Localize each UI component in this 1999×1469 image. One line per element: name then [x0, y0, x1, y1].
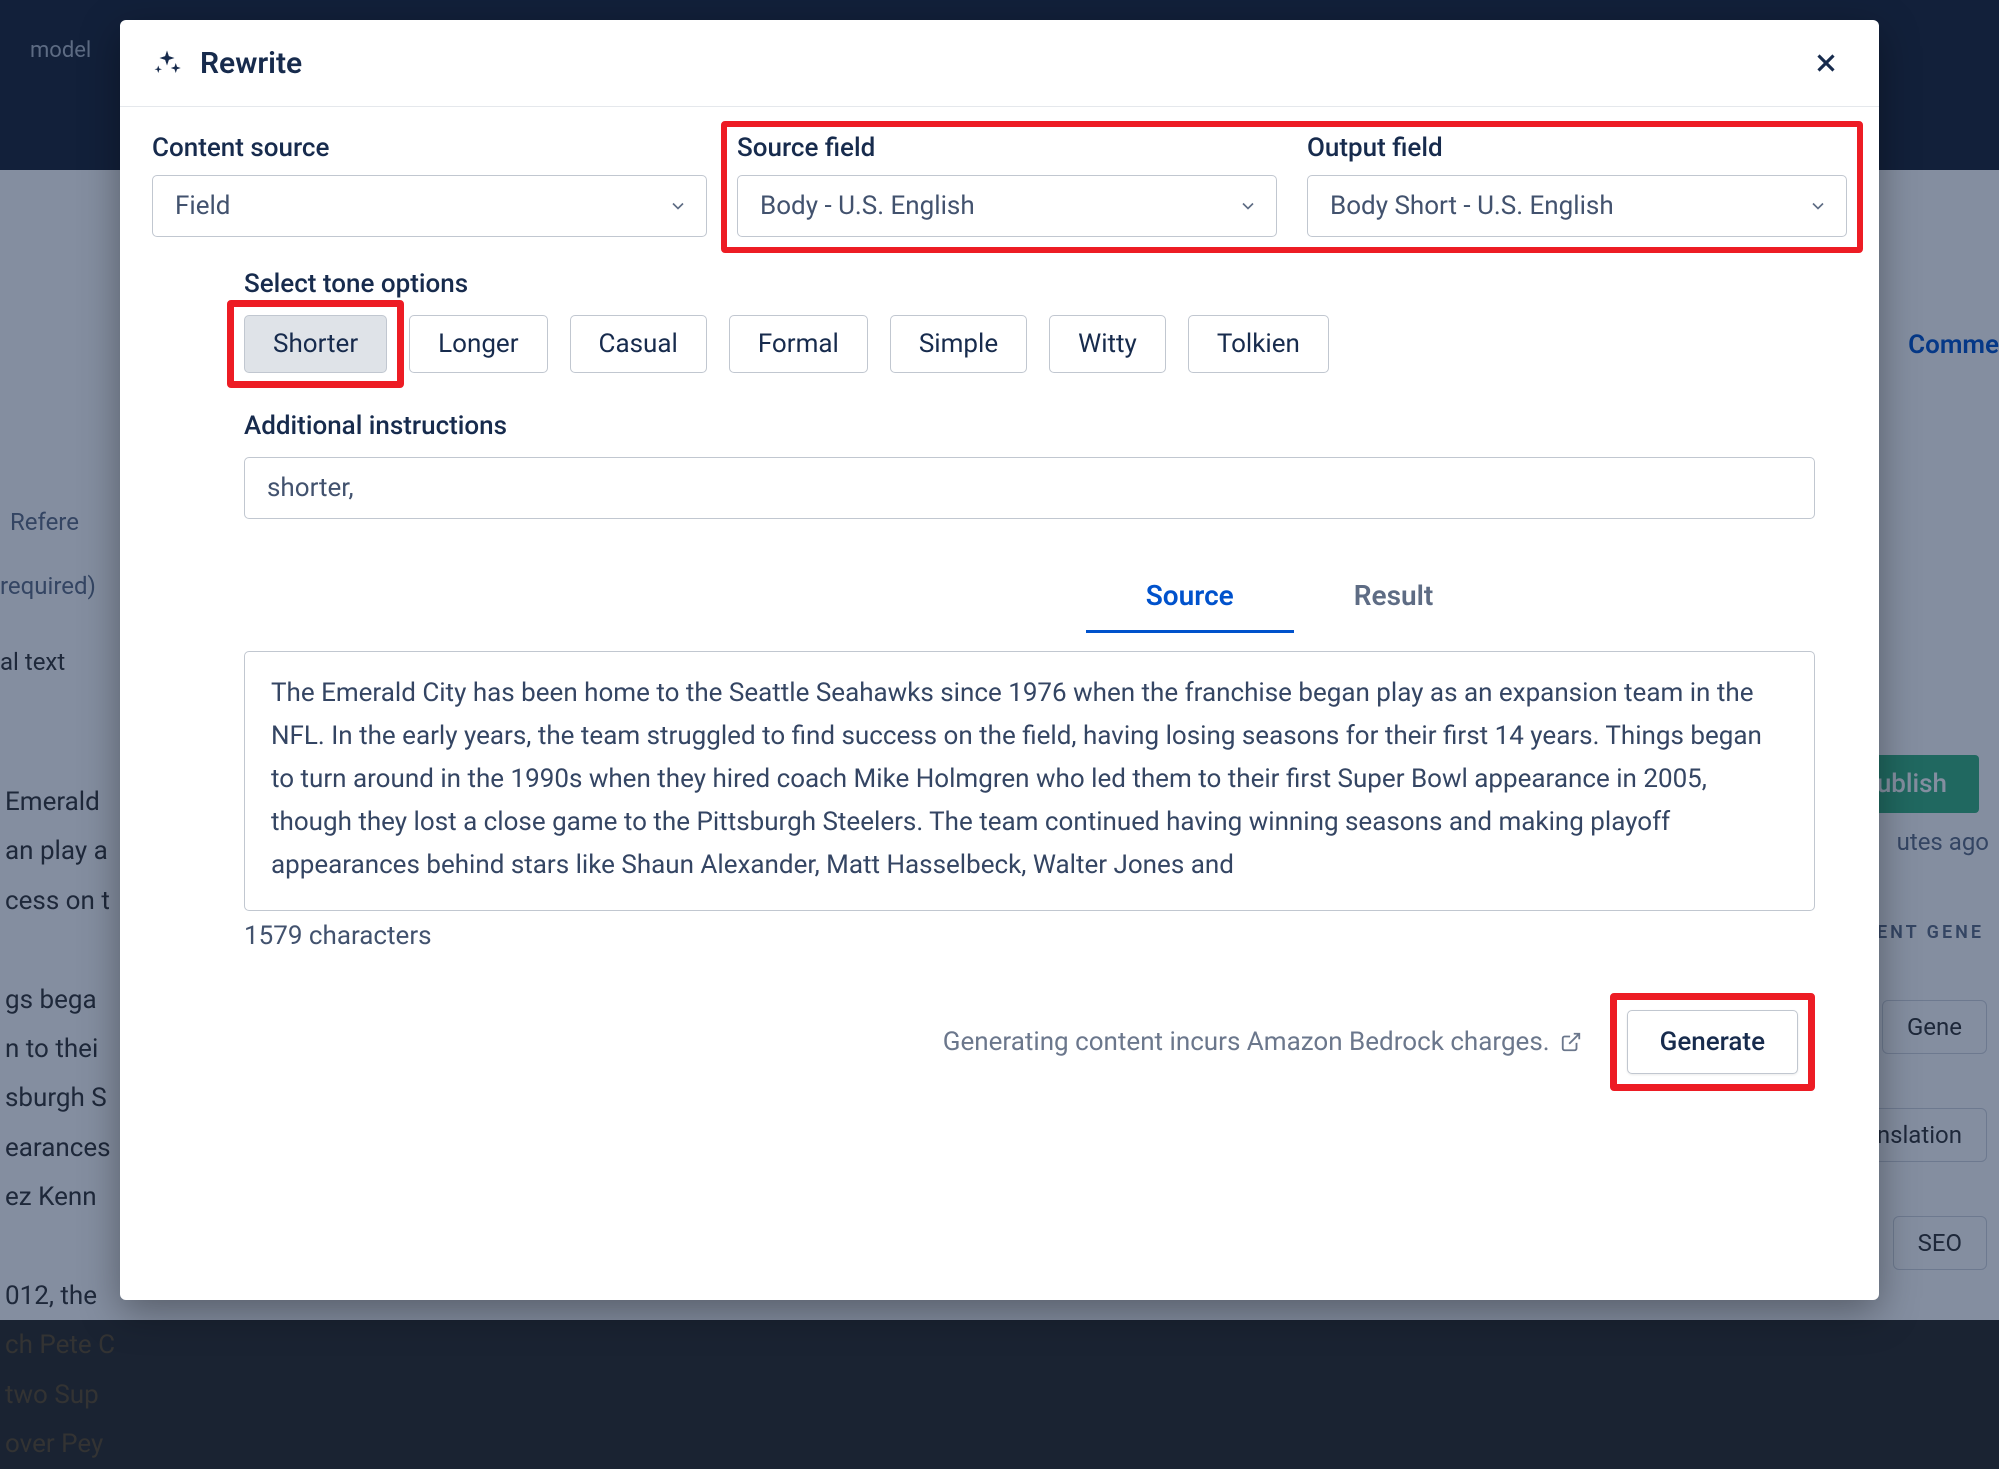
chevron-down-icon [1808, 196, 1828, 216]
output-field-label: Output field [1307, 133, 1847, 163]
close-icon [1811, 48, 1841, 78]
chevron-down-icon [668, 196, 688, 216]
additional-instructions-input[interactable]: shorter, [244, 457, 1815, 519]
bedrock-cost-note[interactable]: Generating content incurs Amazon Bedrock… [943, 1027, 1582, 1057]
sparkle-icon [152, 48, 182, 78]
content-source-label: Content source [152, 133, 707, 163]
tone-options-label: Select tone options [244, 269, 1815, 299]
source-text-box[interactable]: The Emerald City has been home to the Se… [244, 651, 1815, 911]
source-field-label: Source field [737, 133, 1277, 163]
tone-chip-longer[interactable]: Longer [409, 315, 547, 373]
source-field-group: Source field Body - U.S. English [737, 133, 1277, 237]
output-field-group: Output field Body Short - U.S. English [1307, 133, 1847, 237]
modal-body: Content source Field Source field Body -… [120, 107, 1879, 1300]
additional-instructions-label: Additional instructions [244, 411, 1815, 441]
chevron-down-icon [1238, 196, 1258, 216]
tab-source[interactable]: Source [1086, 565, 1294, 633]
tone-chip-shorter[interactable]: Shorter [244, 315, 387, 373]
content-source-select[interactable]: Field [152, 175, 707, 237]
source-field-select[interactable]: Body - U.S. English [737, 175, 1277, 237]
modal-header: Rewrite [120, 20, 1879, 107]
bedrock-note-text: Generating content incurs Amazon Bedrock… [943, 1027, 1550, 1057]
tone-chip-simple[interactable]: Simple [890, 315, 1027, 373]
tone-chip-tolkien[interactable]: Tolkien [1188, 315, 1329, 373]
tone-chip-witty[interactable]: Witty [1049, 315, 1166, 373]
rewrite-modal: Rewrite Content source Field Source fiel… [120, 20, 1879, 1300]
modal-title: Rewrite [200, 46, 1805, 81]
tone-chip-casual[interactable]: Casual [570, 315, 707, 373]
tab-result[interactable]: Result [1294, 565, 1494, 633]
source-field-value: Body - U.S. English [760, 191, 975, 221]
content-source-group: Content source Field [152, 133, 707, 241]
content-source-value: Field [175, 191, 230, 221]
tone-chip-formal[interactable]: Formal [729, 315, 868, 373]
output-field-select[interactable]: Body Short - U.S. English [1307, 175, 1847, 237]
close-button[interactable] [1805, 42, 1847, 84]
generate-button[interactable]: Generate [1627, 1010, 1798, 1074]
character-count: 1579 characters [244, 921, 1815, 951]
output-field-value: Body Short - U.S. English [1330, 191, 1614, 221]
external-link-icon [1560, 1031, 1582, 1053]
tone-options-row: Shorter Longer Casual Formal Simple Witt… [244, 315, 1815, 373]
source-result-tabs: Source Result [244, 565, 1815, 633]
